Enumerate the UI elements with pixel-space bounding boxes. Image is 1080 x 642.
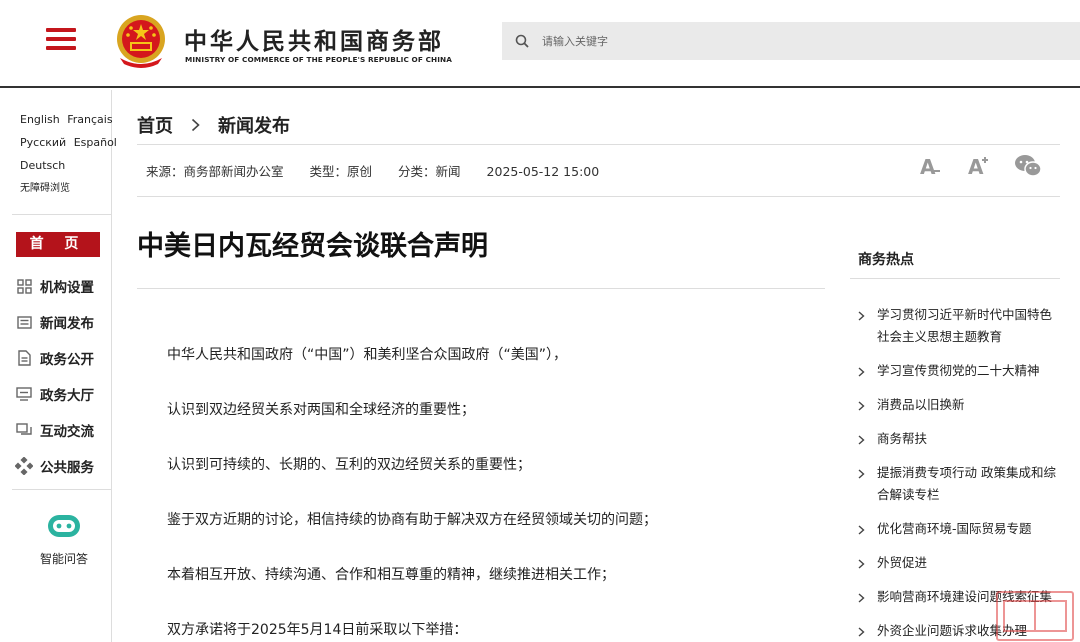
nav-item-service-hall[interactable]: 政务大厅	[14, 376, 94, 412]
hot-topic-label: 学习贯彻习近平新时代中国特色社会主义思想主题教育	[877, 307, 1053, 344]
chevron-right-icon	[191, 118, 200, 132]
nav-item-org[interactable]: 机构设置	[14, 268, 94, 304]
nav-item-gov-info[interactable]: 政务公开	[14, 340, 94, 376]
hot-topic-item[interactable]: 商务帮扶	[858, 428, 1058, 450]
chevron-right-icon	[858, 620, 877, 642]
public-service-icon	[14, 457, 34, 475]
left-sidebar: English Français Русский Español Deutsch…	[0, 90, 117, 642]
watermark-stamp	[996, 591, 1074, 641]
meta-datetime: 2025-05-12 15:00	[486, 164, 600, 179]
site-title[interactable]: 中华人民共和国商务部	[184, 22, 444, 56]
breadcrumb-home[interactable]: 首页	[137, 112, 173, 138]
nav-label: 新闻发布	[40, 316, 94, 332]
org-structure-icon	[14, 277, 34, 295]
divider	[137, 144, 1060, 145]
national-emblem-icon	[117, 15, 165, 68]
lang-russian[interactable]: Русский	[20, 136, 66, 149]
nav-label: 公共服务	[40, 460, 94, 476]
article-body: 中华人民共和国政府（“中国”）和美利坚合众国政府（“美国”）， 认识到双边经贸关…	[167, 344, 817, 642]
hot-topic-label: 优化营商环境-国际贸易专题	[877, 521, 1032, 536]
chevron-right-icon	[858, 518, 877, 540]
lang-english[interactable]: English	[20, 113, 60, 126]
divider	[137, 288, 825, 289]
hot-topic-item[interactable]: 消费品以旧换新	[858, 394, 1058, 416]
seal-icon	[1003, 600, 1067, 632]
meta-source: 来源：商务部新闻办公室	[146, 164, 284, 179]
search-input[interactable]	[542, 34, 942, 48]
chevron-right-icon	[858, 304, 877, 348]
hot-topic-item[interactable]: 外贸促进	[858, 552, 1058, 574]
nav-label: 政务公开	[40, 352, 94, 368]
article-paragraph: 认识到可持续的、长期的、互利的双边经贸关系的重要性；	[167, 457, 531, 473]
hot-topic-label: 消费品以旧换新	[877, 397, 965, 412]
interaction-icon	[14, 421, 34, 439]
svg-text:A: A	[968, 155, 984, 178]
nav-item-public-service[interactable]: 公共服务	[14, 448, 94, 484]
hot-topic-item[interactable]: 学习贯彻习近平新时代中国特色社会主义思想主题教育	[858, 304, 1058, 348]
site-header: 中华人民共和国商务部 MINISTRY OF COMMERCE OF THE P…	[0, 0, 1080, 88]
service-hall-icon	[14, 385, 34, 403]
language-switcher: English Français Русский Español Deutsch…	[20, 108, 117, 200]
lang-french[interactable]: Français	[67, 113, 112, 126]
accessibility-link[interactable]: 无障碍浏览	[20, 183, 70, 194]
article-paragraph: 双方承诺将于2025年5月14日前采取以下举措：	[167, 622, 468, 638]
article-tools: A A	[918, 154, 1042, 178]
smart-qa-label: 智能问答	[39, 552, 88, 566]
nav-label: 互动交流	[40, 424, 94, 440]
article-paragraph: 中华人民共和国政府（“中国”）和美利坚合众国政府（“美国”），	[167, 347, 568, 363]
divider	[12, 214, 111, 215]
meta-category: 分类：新闻	[398, 164, 461, 179]
article-paragraph: 认识到双边经贸关系对两国和全球经济的重要性；	[167, 402, 475, 418]
font-decrease-icon[interactable]: A	[918, 154, 942, 178]
breadcrumb-news[interactable]: 新闻发布	[218, 112, 290, 138]
smart-qa-button[interactable]: 智能问答	[24, 512, 104, 567]
document-icon	[14, 349, 34, 367]
lang-german[interactable]: Deutsch	[20, 159, 65, 172]
chevron-right-icon	[858, 552, 877, 574]
hot-topic-label: 外贸促进	[877, 555, 928, 570]
hot-topic-item[interactable]: 提振消费专项行动 政策集成和综合解读专栏	[858, 462, 1058, 506]
nav-label: 政务大厅	[40, 388, 94, 404]
article-meta: 来源：商务部新闻办公室 类型：原创 分类：新闻 2025-05-12 15:00	[146, 161, 625, 180]
hot-topics-title: 商务热点	[858, 252, 914, 268]
svg-text:A: A	[920, 155, 936, 178]
chevron-right-icon	[858, 360, 877, 382]
side-nav: 机构设置 新闻发布 政务公开 政务大厅 互动交流 公共服务	[14, 268, 94, 484]
divider	[850, 278, 1060, 279]
chevron-right-icon	[858, 462, 877, 506]
news-icon	[14, 313, 34, 331]
home-button[interactable]: 首 页	[16, 232, 100, 257]
lang-spanish[interactable]: Español	[74, 136, 117, 149]
hot-topic-label: 提振消费专项行动 政策集成和综合解读专栏	[877, 465, 1056, 502]
article-title: 中美日内瓦经贸会谈联合声明	[137, 231, 488, 262]
chevron-right-icon	[858, 394, 877, 416]
site-subtitle-en: MINISTRY OF COMMERCE OF THE PEOPLE'S REP…	[185, 55, 453, 64]
meta-type: 类型：原创	[309, 164, 373, 179]
article-paragraph: 本着相互开放、持续沟通、合作和相互尊重的精神，继续推进相关工作；	[167, 567, 615, 583]
menu-icon[interactable]	[46, 28, 76, 52]
nav-item-interaction[interactable]: 互动交流	[14, 412, 94, 448]
divider	[137, 196, 1060, 197]
nav-item-news[interactable]: 新闻发布	[14, 304, 94, 340]
breadcrumb: 首页 新闻发布	[137, 112, 290, 138]
article-paragraph: 鉴于双方近期的讨论，相信持续的协商有助于解决双方在经贸领域关切的问题；	[167, 512, 657, 528]
chatbot-icon	[48, 515, 80, 537]
hot-topic-item[interactable]: 优化营商环境-国际贸易专题	[858, 518, 1058, 540]
font-increase-icon[interactable]: A	[966, 154, 990, 178]
nav-label: 机构设置	[40, 280, 94, 296]
search-bar	[502, 22, 1080, 60]
search-icon[interactable]	[502, 34, 542, 48]
chevron-right-icon	[858, 428, 877, 450]
hot-topic-label: 学习宣传贯彻党的二十大精神	[877, 363, 1040, 378]
chevron-right-icon	[858, 586, 877, 608]
hot-topic-item[interactable]: 学习宣传贯彻党的二十大精神	[858, 360, 1058, 382]
hot-topic-label: 商务帮扶	[877, 431, 928, 446]
wechat-share-icon[interactable]	[1014, 154, 1042, 178]
divider	[12, 489, 111, 490]
